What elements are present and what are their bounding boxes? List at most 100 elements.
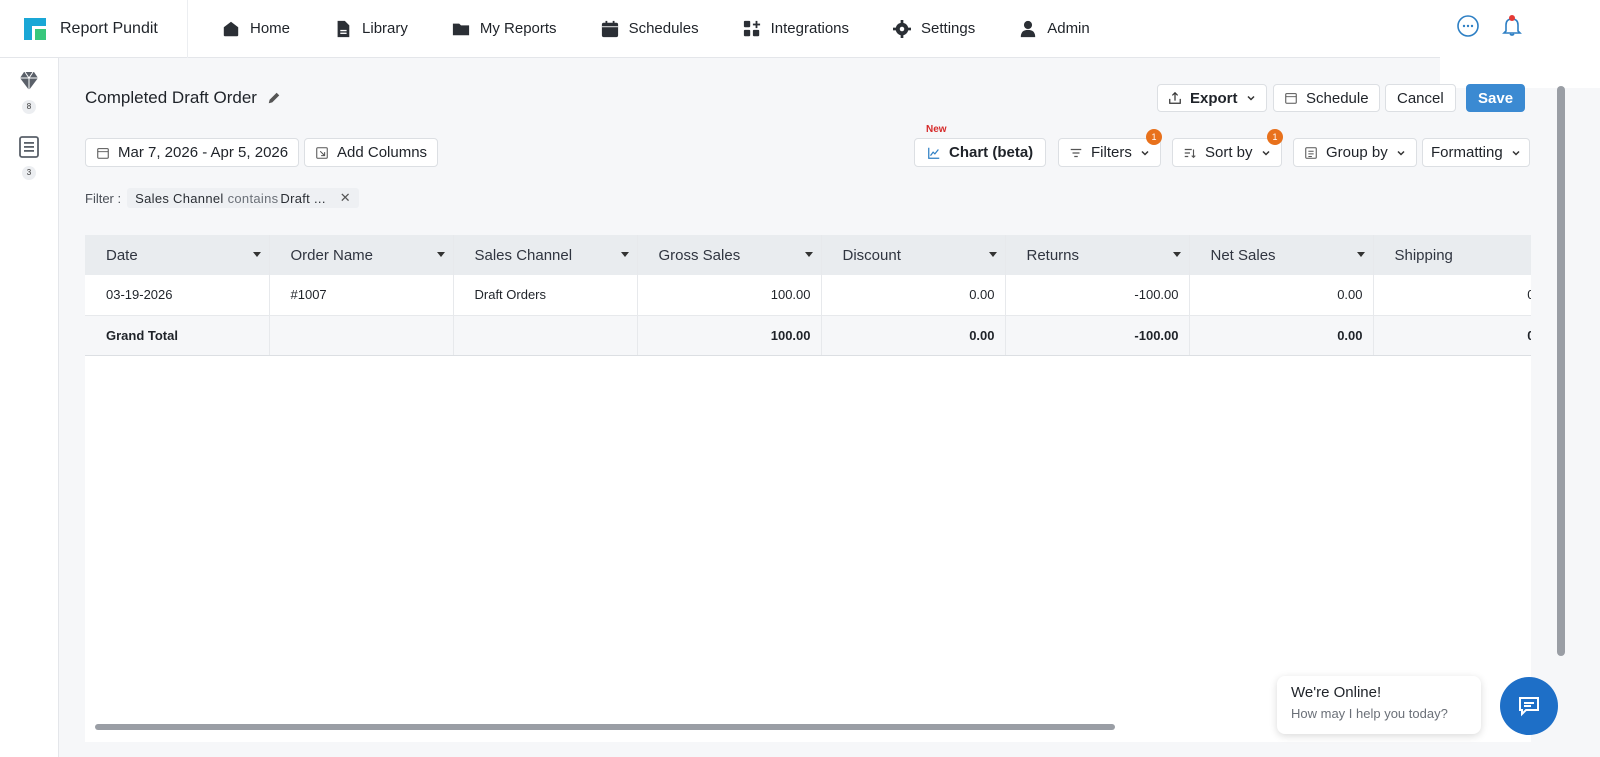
diamond-icon[interactable] <box>17 69 41 93</box>
column-header[interactable]: Returns <box>1005 235 1190 275</box>
column-header[interactable]: Sales Channel <box>453 235 638 275</box>
nav-settings[interactable]: Settings <box>893 19 976 38</box>
horizontal-scrollbar[interactable] <box>95 724 1115 730</box>
table-cell <box>453 315 638 356</box>
sort-caret-icon[interactable] <box>1172 252 1181 257</box>
chat-launcher-button[interactable] <box>1500 677 1558 735</box>
gear-icon <box>893 19 912 38</box>
column-header-label: Net Sales <box>1210 246 1276 264</box>
save-button[interactable]: Save <box>1466 84 1526 112</box>
report-title-row: Completed Draft Order <box>85 88 281 108</box>
folder-icon <box>452 23 469 35</box>
table-cell: 0.00 <box>1373 275 1531 316</box>
filter-chip[interactable]: Sales Channel contains Draft ... ✕ <box>127 188 359 208</box>
column-header[interactable]: Order Name <box>269 235 454 275</box>
table-cell: -100.00 <box>1005 315 1190 356</box>
column-header[interactable]: Date <box>85 235 270 275</box>
brand-logo <box>24 17 46 40</box>
vertical-scrollbar[interactable] <box>1557 86 1565 656</box>
table-cell: 100.00 <box>637 275 822 316</box>
group-by-button[interactable]: Group by <box>1293 138 1417 167</box>
filters-button[interactable]: Filters <box>1058 138 1161 167</box>
chart-beta-button[interactable]: Chart (beta) <box>914 138 1047 167</box>
report-table: Date Order Name Sales Channel Gross Sale… <box>85 235 1531 742</box>
table-cell: #1007 <box>269 275 454 316</box>
table-row: 03-19-2026 #1007 Draft Orders 100.00 0.0… <box>85 275 1531 316</box>
formatting-button[interactable]: Formatting <box>1422 138 1530 167</box>
table-cell: 0.00 <box>1189 275 1374 316</box>
sort-caret-icon[interactable] <box>988 252 997 257</box>
chevron-down-icon <box>1141 150 1149 156</box>
table-cell <box>269 315 454 356</box>
table-cell: 0.00 <box>1189 315 1374 356</box>
chevron-down-icon <box>1397 150 1405 156</box>
add-columns-label: Add Columns <box>337 144 428 161</box>
sort-caret-icon[interactable] <box>620 252 629 257</box>
column-header[interactable]: Net Sales <box>1189 235 1374 275</box>
formatting-label: Formatting <box>1431 144 1503 161</box>
sort-caret-icon[interactable] <box>436 252 445 257</box>
calendar-icon <box>601 20 618 37</box>
filter-icon <box>1070 148 1082 157</box>
calendar-icon <box>97 147 109 159</box>
date-range-picker[interactable]: Mar 7, 2026 - Apr 5, 2026 <box>85 138 300 167</box>
sort-by-button[interactable]: Sort by <box>1172 138 1282 167</box>
filter-prefix: Filter : <box>85 190 122 206</box>
nav-label: Library <box>362 20 408 37</box>
nav-schedules[interactable]: Schedules <box>601 20 699 38</box>
column-header-label: Gross Sales <box>658 246 741 264</box>
left-rail: 8 3 <box>0 58 59 757</box>
list-icon[interactable] <box>17 135 41 159</box>
column-header[interactable]: Shipping <box>1373 235 1531 275</box>
line-chart-icon <box>928 147 940 159</box>
nav-integrations[interactable]: Integrations <box>743 20 849 38</box>
chat-title: We're Online! <box>1291 684 1382 701</box>
close-icon[interactable]: ✕ <box>340 190 351 206</box>
calendar-icon <box>1285 93 1297 104</box>
grand-total-row: Grand Total 100.00 0.00 -100.00 0.00 0.0… <box>85 315 1531 356</box>
column-header-label: Date <box>106 246 138 264</box>
chat-bubble-icon[interactable] <box>1456 14 1480 38</box>
column-header[interactable]: Gross Sales <box>637 235 822 275</box>
export-label: Export <box>1190 89 1238 107</box>
apps-icon <box>743 20 760 36</box>
schedule-button[interactable]: Schedule <box>1273 84 1380 112</box>
filters-label: Filters <box>1091 144 1132 161</box>
table-cell: Grand Total <box>85 315 270 356</box>
brand[interactable]: Report Pundit <box>0 0 188 58</box>
chart-label: Chart (beta) <box>949 144 1034 161</box>
notification-dot <box>1509 15 1515 21</box>
nav-admin[interactable]: Admin <box>1019 20 1090 38</box>
filter-value: Draft ... <box>280 190 326 206</box>
chevron-down-icon <box>1246 95 1255 101</box>
chevron-down-icon <box>1262 150 1270 156</box>
cancel-button[interactable]: Cancel <box>1385 84 1456 112</box>
pencil-icon[interactable] <box>267 91 281 105</box>
table-cell: 0.00 <box>821 315 1006 356</box>
nav-label: Settings <box>921 20 976 37</box>
export-button[interactable]: Export <box>1157 84 1267 112</box>
page-title: Completed Draft Order <box>85 88 257 107</box>
nav-home[interactable]: Home <box>222 20 290 38</box>
add-columns-button[interactable]: Add Columns <box>304 138 439 167</box>
nav-label: My Reports <box>479 20 557 37</box>
cancel-label: Cancel <box>1397 89 1444 107</box>
nav-library[interactable]: Library <box>334 20 408 38</box>
chat-greeting[interactable]: We're Online! How may I help you today? <box>1277 676 1481 734</box>
column-header-label: Order Name <box>290 246 374 264</box>
filter-operator: contains <box>227 190 279 206</box>
sort-caret-icon[interactable] <box>252 252 261 257</box>
sort-label: Sort by <box>1205 144 1253 161</box>
chevron-down-icon <box>1512 150 1520 156</box>
nav-label: Admin <box>1047 20 1090 37</box>
column-header[interactable]: Discount <box>821 235 1006 275</box>
table-cell: Draft Orders <box>453 275 638 316</box>
nav-my-reports[interactable]: My Reports <box>452 20 557 38</box>
upload-icon <box>1169 91 1181 104</box>
sort-caret-icon[interactable] <box>1356 252 1365 257</box>
sort-count-badge: 1 <box>1267 129 1283 145</box>
top-navbar: Report Pundit Home Library My Reports Sc… <box>0 0 1600 58</box>
table-header-row: Date Order Name Sales Channel Gross Sale… <box>85 235 1531 275</box>
save-label: Save <box>1478 89 1514 107</box>
sort-caret-icon[interactable] <box>804 252 813 257</box>
